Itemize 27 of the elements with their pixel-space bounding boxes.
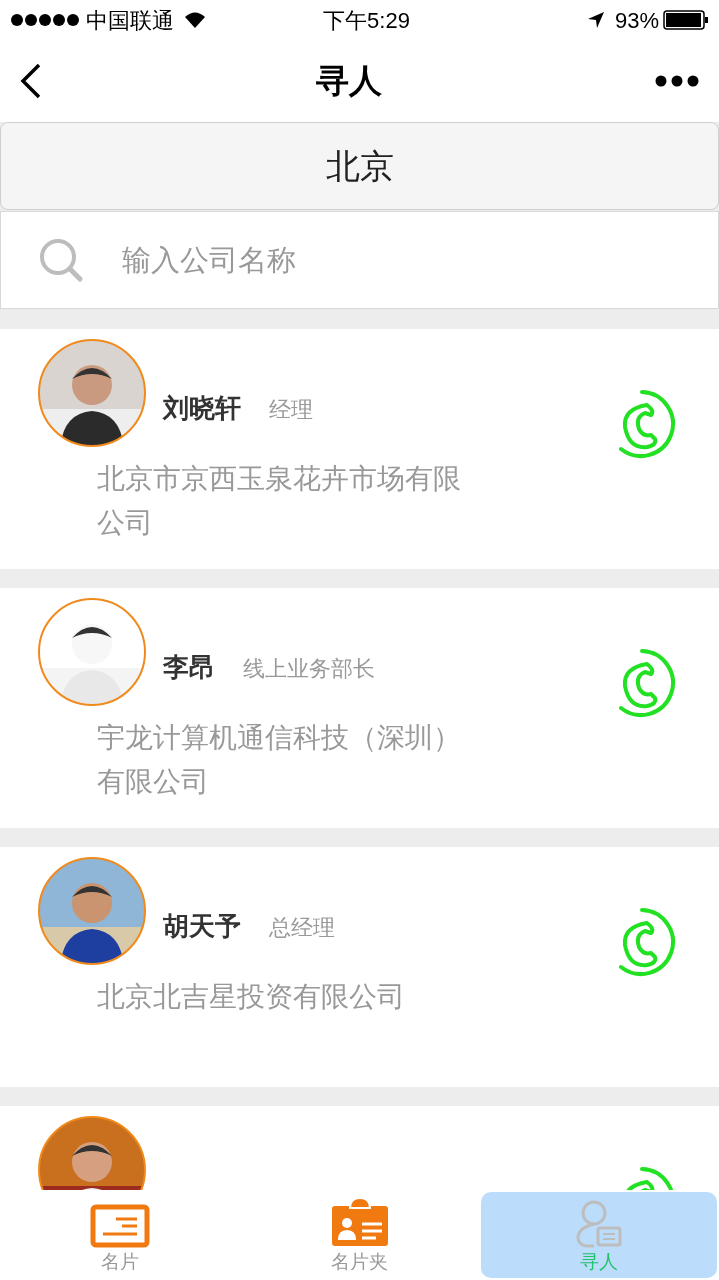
contact-card[interactable] [0, 1106, 719, 1190]
back-icon[interactable] [20, 63, 42, 99]
job-title: 线上业务部长 [243, 655, 375, 683]
wifi-icon [184, 11, 206, 29]
battery-icon [663, 10, 709, 30]
company-name: 北京北吉星投资有限公司 [97, 980, 406, 1014]
job-title: 经理 [269, 396, 313, 424]
person-name: 胡天予 [163, 910, 241, 943]
contact-card[interactable]: 刘晓轩 经理 北京市京西玉泉花卉市场有限公司 [0, 329, 719, 569]
job-title: 总经理 [269, 914, 335, 942]
contact-card[interactable]: 胡天予 总经理 北京北吉星投资有限公司 [0, 847, 719, 1087]
location-arrow-icon [586, 11, 605, 29]
search-icon [38, 237, 84, 283]
company-name: 北京市京西玉泉花卉市场有限公司 [97, 462, 462, 540]
company-name: 宇龙计算机通信科技（深圳）有限公司 [97, 721, 462, 799]
carrier-name: 中国联通 [86, 6, 174, 35]
city-selector[interactable]: 北京 [0, 122, 719, 210]
battery-percent: 93% [614, 6, 659, 35]
person-name: 刘晓轩 [163, 392, 241, 425]
search-field[interactable]: 输入公司名称 [0, 211, 719, 309]
person-name: 李昂 [163, 651, 215, 684]
card-icon [89, 1203, 150, 1248]
contact-card[interactable]: 李昂 线上业务部长 宇龙计算机通信科技（深圳）有限公司 [0, 588, 719, 828]
clock-time: 下午5:29 [322, 6, 411, 35]
signal-icon [10, 13, 82, 27]
page-title: 寻人 [315, 61, 382, 102]
more-icon[interactable] [655, 75, 699, 87]
